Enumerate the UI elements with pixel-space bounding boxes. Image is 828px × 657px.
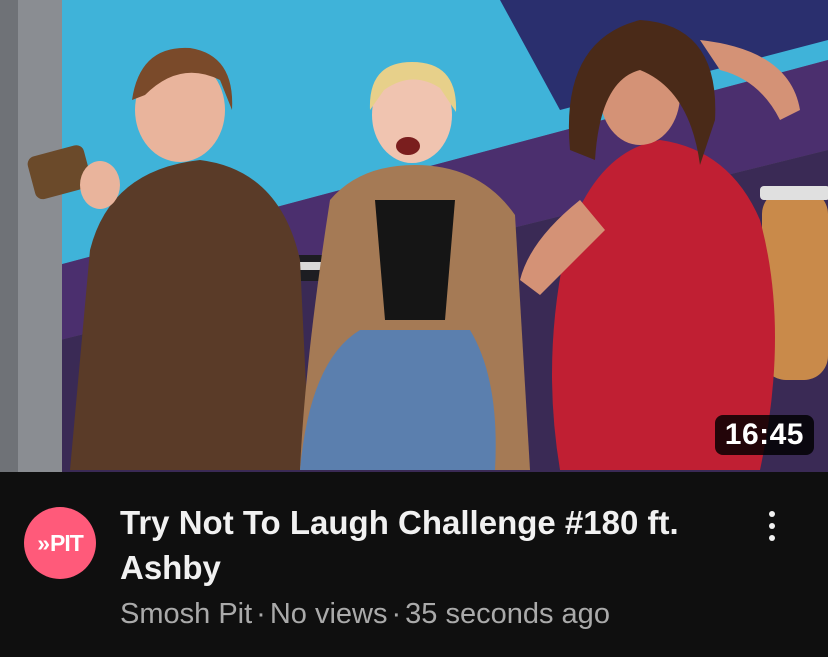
video-title[interactable]: Try Not To Laugh Challenge #180 ft. Ashb…	[120, 500, 730, 590]
more-vert-icon	[769, 535, 775, 541]
avatar-logo-text: PIT	[50, 530, 84, 556]
channel-name[interactable]: Smosh Pit	[120, 598, 252, 630]
video-subline: Smosh Pit · No views · 35 seconds ago	[120, 596, 760, 632]
upload-age: 35 seconds ago	[405, 598, 610, 630]
thumbnail-image	[0, 0, 828, 472]
video-meta: »PIT Try Not To Laugh Challenge #180 ft.…	[0, 472, 828, 657]
video-card[interactable]: 16:45 »PIT Try Not To Laugh Challenge #1…	[0, 0, 828, 657]
more-options-button[interactable]	[752, 504, 792, 548]
separator: ·	[256, 598, 266, 630]
separator: ·	[391, 598, 402, 630]
view-count: No views	[269, 598, 388, 630]
more-vert-icon	[769, 523, 775, 529]
double-chevron-icon: »	[37, 530, 50, 556]
duration-badge: 16:45	[714, 415, 814, 455]
channel-avatar[interactable]: »PIT	[24, 507, 96, 579]
video-thumbnail[interactable]: 16:45	[0, 0, 828, 472]
more-vert-icon	[769, 511, 775, 517]
channel-avatar-logo: »PIT	[24, 507, 96, 579]
